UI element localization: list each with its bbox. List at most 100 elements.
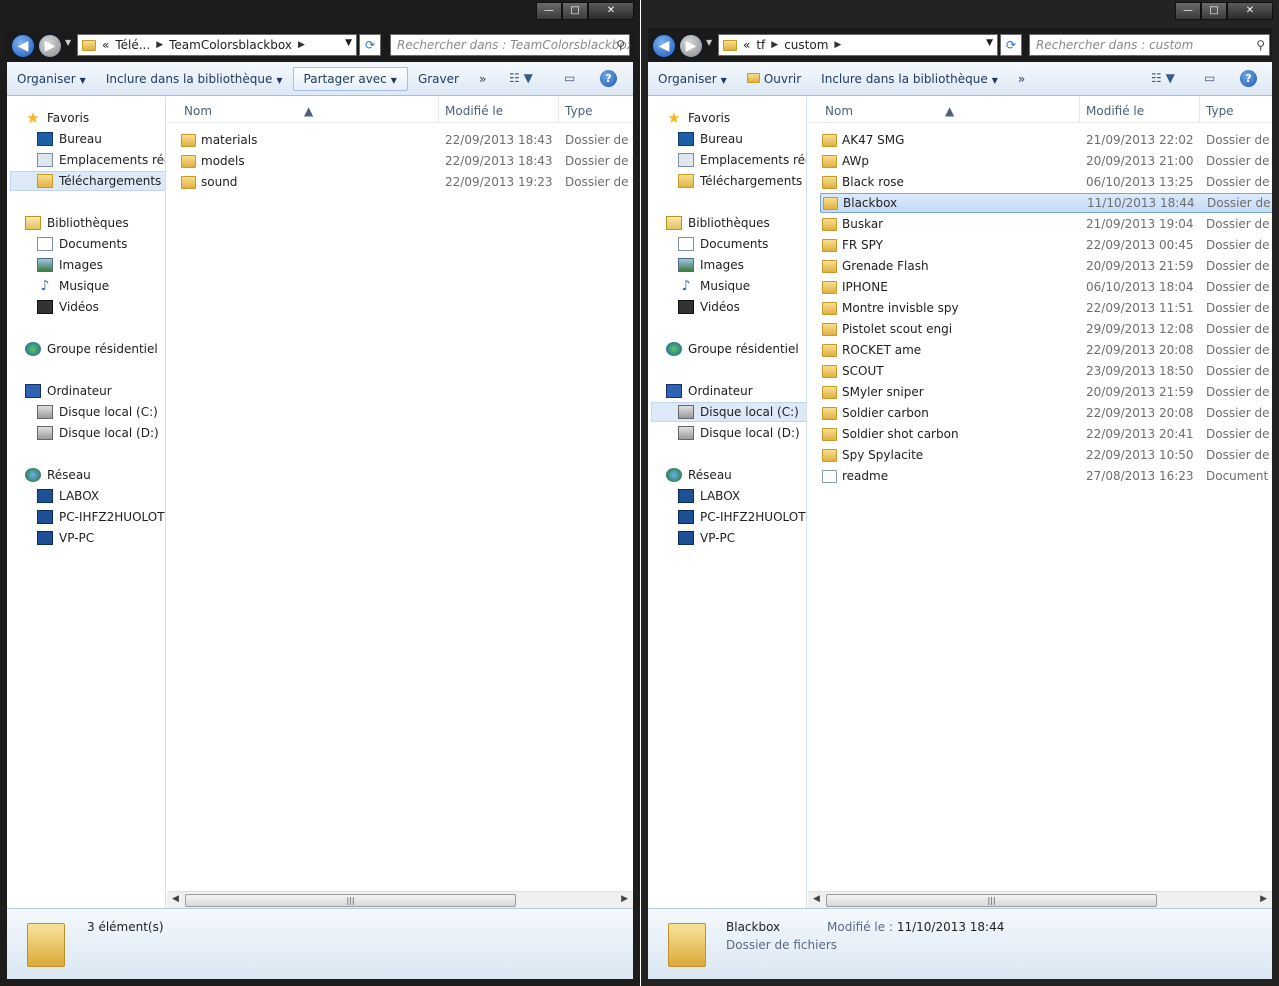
scroll-left-icon[interactable]: ◀ bbox=[172, 894, 179, 904]
back-button[interactable]: ◀ bbox=[11, 34, 35, 58]
nav-videos[interactable]: Vidéos bbox=[678, 297, 806, 317]
address-bar[interactable]: « Télé... ▶ TeamColorsblackbox ▶ ▼ bbox=[77, 34, 357, 56]
file-row[interactable]: Spy Spylacite 22/09/2013 10:50 Dossier de … bbox=[820, 445, 1272, 465]
file-row[interactable]: AWp 20/09/2013 21:00 Dossier de fic bbox=[820, 151, 1272, 171]
breadcrumb-overflow[interactable]: « bbox=[743, 38, 750, 52]
minimize-button[interactable]: — bbox=[1175, 2, 1201, 20]
maximize-button[interactable]: □ bbox=[562, 2, 588, 20]
nav-vp-pc[interactable]: VP-PC bbox=[37, 528, 165, 548]
file-row[interactable]: Montre invisble spy 22/09/2013 11:51 Dossi… bbox=[820, 298, 1272, 318]
search-icon[interactable]: ⚲ bbox=[1256, 35, 1265, 55]
nav-recent-places[interactable]: Emplacements récen bbox=[37, 150, 165, 170]
nav-favorites[interactable]: ★ Favoris bbox=[666, 108, 806, 128]
file-row[interactable]: Blackbox 11/10/2013 18:44 Dossier de fic bbox=[820, 193, 1272, 213]
nav-drive-d[interactable]: Disque local (D:) bbox=[678, 423, 806, 443]
nav-vp-pc[interactable]: VP-PC bbox=[678, 528, 806, 548]
breadcrumb-item[interactable]: Télé... bbox=[115, 38, 150, 52]
scroll-left-icon[interactable]: ◀ bbox=[813, 894, 820, 904]
nav-network[interactable]: Réseau bbox=[25, 465, 165, 485]
nav-homegroup[interactable]: Groupe résidentiel bbox=[666, 339, 806, 359]
chevron-right-icon[interactable]: ▶ bbox=[156, 40, 163, 50]
nav-drive-c[interactable]: Disque local (C:) bbox=[651, 402, 806, 422]
include-in-library-button[interactable]: Inclure dans la bibliothèque ▼ bbox=[96, 68, 293, 90]
close-button[interactable]: ✕ bbox=[1227, 2, 1273, 20]
refresh-button[interactable]: ⟳ bbox=[1000, 34, 1022, 56]
search-icon[interactable]: ⚲ bbox=[616, 35, 625, 55]
file-row[interactable]: materials 22/09/2013 18:43 Dossier de fic bbox=[179, 130, 633, 150]
file-row[interactable]: FR SPY 22/09/2013 00:45 Dossier de fic bbox=[820, 235, 1272, 255]
nav-drive-c[interactable]: Disque local (C:) bbox=[37, 402, 165, 422]
file-row[interactable]: SMyler sniper 20/09/2013 21:59 Dossier de … bbox=[820, 382, 1272, 402]
nav-music[interactable]: ♪ Musique bbox=[37, 276, 165, 296]
file-row[interactable]: Black rose 06/10/2013 13:25 Dossier de fic bbox=[820, 172, 1272, 192]
close-button[interactable]: ✕ bbox=[588, 2, 634, 20]
column-type[interactable]: Type bbox=[1206, 104, 1234, 118]
nav-pc[interactable]: PC-IHFZ2HUOLOT2 bbox=[37, 507, 165, 527]
nav-labox[interactable]: LABOX bbox=[678, 486, 806, 506]
burn-button[interactable]: Graver bbox=[408, 68, 469, 90]
nav-music[interactable]: ♪ Musique bbox=[678, 276, 806, 296]
nav-homegroup[interactable]: Groupe résidentiel bbox=[25, 339, 165, 359]
file-row[interactable]: IPHONE 06/10/2013 18:04 Dossier de fic bbox=[820, 277, 1272, 297]
nav-favorites[interactable]: ★ Favoris bbox=[25, 108, 165, 128]
scroll-right-icon[interactable]: ▶ bbox=[1260, 894, 1267, 904]
nav-downloads[interactable]: Téléchargements bbox=[10, 171, 165, 191]
column-date[interactable]: Modifié le bbox=[445, 104, 503, 118]
nav-libraries[interactable]: Bibliothèques bbox=[666, 213, 806, 233]
chevron-right-icon[interactable]: ▶ bbox=[298, 40, 305, 50]
file-row[interactable]: Pistolet scout engi 29/09/2013 12:08 Dossi… bbox=[820, 319, 1272, 339]
scrollbar-thumb[interactable]: ||| bbox=[826, 894, 1157, 907]
file-row[interactable]: ROCKET ame 22/09/2013 20:08 Dossier de fic bbox=[820, 340, 1272, 360]
column-date[interactable]: Modifié le bbox=[1086, 104, 1144, 118]
view-options-icon[interactable]: ☷ ▼ bbox=[1151, 71, 1175, 85]
include-in-library-button[interactable]: Inclure dans la bibliothèque ▼ bbox=[811, 68, 1008, 90]
share-with-button[interactable]: Partager avec ▼ bbox=[292, 66, 408, 91]
back-button[interactable]: ◀ bbox=[652, 34, 676, 58]
breadcrumb-overflow[interactable]: « bbox=[102, 38, 109, 52]
nav-images[interactable]: Images bbox=[37, 255, 165, 275]
nav-desktop[interactable]: Bureau bbox=[37, 129, 165, 149]
nav-computer[interactable]: Ordinateur bbox=[25, 381, 165, 401]
file-row[interactable]: Grenade Flash 20/09/2013 21:59 Dossier de … bbox=[820, 256, 1272, 276]
breadcrumb-item[interactable]: tf bbox=[756, 38, 765, 52]
horizontal-scrollbar[interactable]: ◀ ||| ▶ bbox=[808, 891, 1272, 908]
address-dropdown-icon[interactable]: ▼ bbox=[986, 38, 993, 48]
chevron-right-icon[interactable]: ▶ bbox=[834, 40, 841, 50]
history-dropdown-icon[interactable]: ▼ bbox=[65, 38, 71, 47]
minimize-button[interactable]: — bbox=[536, 2, 562, 20]
nav-computer[interactable]: Ordinateur bbox=[666, 381, 806, 401]
file-row[interactable]: Buskar 21/09/2013 19:04 Dossier de fic bbox=[820, 214, 1272, 234]
file-row[interactable]: Soldier shot carbon 22/09/2013 20:41 Dossi… bbox=[820, 424, 1272, 444]
refresh-button[interactable]: ⟳ bbox=[359, 34, 381, 56]
nav-documents[interactable]: Documents bbox=[678, 234, 806, 254]
open-button[interactable]: Ouvrir bbox=[737, 68, 811, 90]
search-input[interactable]: Rechercher dans : TeamColorsblackbox ⚲ bbox=[390, 34, 630, 56]
file-row[interactable]: AK47 SMG 21/09/2013 22:02 Dossier de fic bbox=[820, 130, 1272, 150]
nav-desktop[interactable]: Bureau bbox=[678, 129, 806, 149]
history-dropdown-icon[interactable]: ▼ bbox=[706, 38, 712, 47]
file-row[interactable]: models 22/09/2013 18:43 Dossier de fic bbox=[179, 151, 633, 171]
organize-button[interactable]: Organiser ▼ bbox=[648, 68, 737, 90]
address-dropdown-icon[interactable]: ▼ bbox=[345, 38, 352, 48]
breadcrumb-item-current[interactable]: TeamColorsblackbox bbox=[169, 38, 292, 52]
file-row[interactable]: SCOUT 23/09/2013 18:50 Dossier de fic bbox=[820, 361, 1272, 381]
nav-pc[interactable]: PC-IHFZ2HUOLOT2 bbox=[678, 507, 806, 527]
nav-downloads[interactable]: Téléchargements bbox=[678, 171, 806, 191]
horizontal-scrollbar[interactable]: ◀ ||| ▶ bbox=[167, 891, 633, 908]
nav-libraries[interactable]: Bibliothèques bbox=[25, 213, 165, 233]
more-commands-button[interactable]: » bbox=[1008, 68, 1035, 90]
help-icon[interactable]: ? bbox=[600, 70, 617, 87]
scrollbar-thumb[interactable]: ||| bbox=[185, 894, 516, 907]
help-icon[interactable]: ? bbox=[1240, 70, 1257, 87]
preview-pane-icon[interactable]: ▭ bbox=[564, 71, 575, 85]
nav-labox[interactable]: LABOX bbox=[37, 486, 165, 506]
column-name[interactable]: Nom bbox=[184, 104, 212, 118]
organize-button[interactable]: Organiser ▼ bbox=[7, 68, 96, 90]
address-bar[interactable]: « tf ▶ custom ▶ ▼ bbox=[718, 34, 998, 56]
view-options-icon[interactable]: ☷ ▼ bbox=[509, 71, 533, 85]
nav-recent-places[interactable]: Emplacements récen bbox=[678, 150, 806, 170]
breadcrumb-item-current[interactable]: custom bbox=[784, 38, 828, 52]
nav-videos[interactable]: Vidéos bbox=[37, 297, 165, 317]
search-input[interactable]: Rechercher dans : custom ⚲ bbox=[1029, 34, 1270, 56]
nav-drive-d[interactable]: Disque local (D:) bbox=[37, 423, 165, 443]
